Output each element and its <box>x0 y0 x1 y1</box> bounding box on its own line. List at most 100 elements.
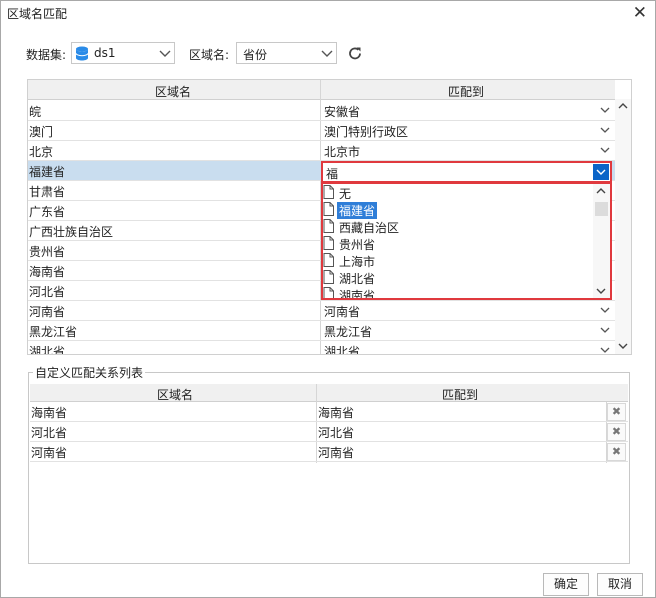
chevron-down-icon[interactable] <box>618 342 628 350</box>
row-match-select[interactable]: 安徽省 <box>322 102 614 120</box>
row-region-name: 海南省 <box>29 265 66 279</box>
chevron-down-icon <box>600 347 610 353</box>
row-region-name: 湖北省 <box>29 345 66 355</box>
custom-header-match: 匹配到 <box>442 388 479 402</box>
row-match-select[interactable]: 湖北省 <box>322 342 614 355</box>
delete-row-button[interactable]: ✖ <box>607 423 626 441</box>
delete-row-button[interactable]: ✖ <box>607 443 626 461</box>
row-match-select[interactable]: 黑龙江省 <box>322 322 614 340</box>
row-match-select[interactable]: 北京市 <box>322 142 614 160</box>
region-label: 区域名: <box>189 48 230 62</box>
custom-row[interactable]: 海南省 海南省 ✖ <box>30 402 628 422</box>
dataset-value: ds1 <box>94 46 116 60</box>
dropdown-option-label: 湖南省 <box>339 289 376 300</box>
grid-row[interactable]: 湖北省 湖北省 <box>28 341 615 355</box>
custom-row-name: 河南省 <box>31 446 68 460</box>
dropdown-option[interactable]: 湖南省 <box>323 286 595 300</box>
custom-grid-header: 区域名 匹配到 <box>30 384 628 402</box>
dropdown-option[interactable]: 湖北省 <box>323 269 595 286</box>
row-region-name: 河南省 <box>29 305 66 319</box>
dropdown-toggle-button[interactable] <box>593 164 609 180</box>
grid-row[interactable]: 黑龙江省 黑龙江省 <box>28 321 615 341</box>
row-match-value: 安徽省 <box>324 105 361 119</box>
dropdown-option[interactable]: 无 <box>323 184 595 201</box>
custom-row-name: 河北省 <box>31 426 68 440</box>
dataset-label: 数据集: <box>26 48 67 62</box>
row-region-name: 贵州省 <box>29 245 66 259</box>
row-region-name: 福建省 <box>29 165 66 179</box>
dialog-title: 区域名匹配 <box>7 7 68 21</box>
row-match-value: 湖北省 <box>324 345 361 355</box>
grid-header: 区域名 匹配到 <box>28 80 615 100</box>
chevron-down-icon <box>600 147 610 153</box>
chevron-down-icon <box>600 107 610 113</box>
chevron-down-icon <box>600 307 610 313</box>
dropdown-option-label: 西藏自治区 <box>339 221 400 235</box>
title-bar: 区域名匹配 ✕ <box>1 1 655 25</box>
row-region-name: 广东省 <box>29 205 66 219</box>
custom-header-name: 区域名 <box>157 388 194 402</box>
region-match-dialog: 区域名匹配 ✕ 数据集: ds1 区域名: 省份 区域名 匹配到 皖 安徽省 澳… <box>0 0 656 598</box>
row-region-name: 河北省 <box>29 285 66 299</box>
dropdown-option-label: 湖北省 <box>339 272 376 286</box>
row-match-value: 澳门特别行政区 <box>324 125 409 139</box>
chevron-down-icon <box>321 50 333 57</box>
chevron-down-icon[interactable] <box>596 287 606 295</box>
scrollbar-thumb[interactable] <box>595 202 608 216</box>
chevron-up-icon[interactable] <box>618 102 628 110</box>
chevron-down-icon <box>159 50 171 57</box>
document-icon <box>323 253 334 267</box>
grid-row[interactable]: 河南省 河南省 <box>28 301 615 321</box>
document-icon <box>323 270 334 284</box>
row-match-value: 河南省 <box>324 305 361 319</box>
grid-header-name: 区域名 <box>155 85 192 99</box>
dropdown-option-label: 福建省 <box>337 202 378 219</box>
grid-scrollbar[interactable] <box>615 99 631 354</box>
row-match-select[interactable]: 河南省 <box>322 302 614 320</box>
ok-button[interactable]: 确定 <box>543 573 589 596</box>
grid-row[interactable]: 皖 安徽省 <box>28 101 615 121</box>
dropdown-option[interactable]: 上海市 <box>323 252 595 269</box>
chevron-down-icon <box>596 169 606 175</box>
custom-match-legend: 自定义匹配关系列表 <box>33 364 146 381</box>
chevron-up-icon[interactable] <box>596 187 606 195</box>
document-icon <box>323 287 334 298</box>
region-field-select[interactable]: 省份 <box>236 42 337 64</box>
row-match-value: 北京市 <box>324 145 361 159</box>
dataset-select[interactable]: ds1 <box>71 42 175 64</box>
database-icon <box>75 46 89 61</box>
dropdown-option-label: 贵州省 <box>339 238 376 252</box>
chevron-down-icon <box>600 327 610 333</box>
close-button[interactable]: ✕ <box>633 3 647 23</box>
dropdown-option-highlighted[interactable]: 福建省 <box>323 201 595 219</box>
custom-match-grid: 区域名 匹配到 海南省 海南省 ✖ 河北省 河北省 ✖ 河南省 河南省 ✖ <box>30 384 628 564</box>
document-icon <box>323 219 334 233</box>
row-region-name: 广西壮族自治区 <box>29 225 114 239</box>
document-icon <box>323 185 334 199</box>
custom-row-match: 河南省 <box>318 446 355 460</box>
row-region-name: 黑龙江省 <box>29 325 78 339</box>
custom-row-match: 海南省 <box>318 406 355 420</box>
grid-row[interactable]: 澳门 澳门特别行政区 <box>28 121 615 141</box>
custom-row-name: 海南省 <box>31 406 68 420</box>
dropdown-option[interactable]: 西藏自治区 <box>323 218 595 235</box>
dropdown-scrollbar[interactable] <box>593 184 610 298</box>
cancel-button[interactable]: 取消 <box>597 573 643 596</box>
match-dropdown-list: 无 福建省 西藏自治区 贵州省 上海市 湖北省 湖南省 <box>321 182 612 300</box>
grid-header-match: 匹配到 <box>448 85 485 99</box>
row-region-name: 甘肃省 <box>29 185 66 199</box>
dropdown-option[interactable]: 贵州省 <box>323 235 595 252</box>
delete-row-button[interactable]: ✖ <box>607 403 626 421</box>
row-match-select[interactable]: 澳门特别行政区 <box>322 122 614 140</box>
grid-row[interactable]: 北京 北京市 <box>28 141 615 161</box>
document-icon <box>323 202 334 216</box>
custom-row[interactable]: 河北省 河北省 ✖ <box>30 422 628 442</box>
chevron-down-icon <box>600 127 610 133</box>
row-region-name: 北京 <box>29 145 54 159</box>
dropdown-option-label: 上海市 <box>339 255 376 269</box>
row-region-name: 澳门 <box>29 125 54 139</box>
row-region-name: 皖 <box>29 105 42 119</box>
custom-row[interactable]: 河南省 河南省 ✖ <box>30 442 628 462</box>
match-combo-input[interactable]: 福 <box>321 161 612 183</box>
refresh-icon[interactable] <box>346 45 364 63</box>
